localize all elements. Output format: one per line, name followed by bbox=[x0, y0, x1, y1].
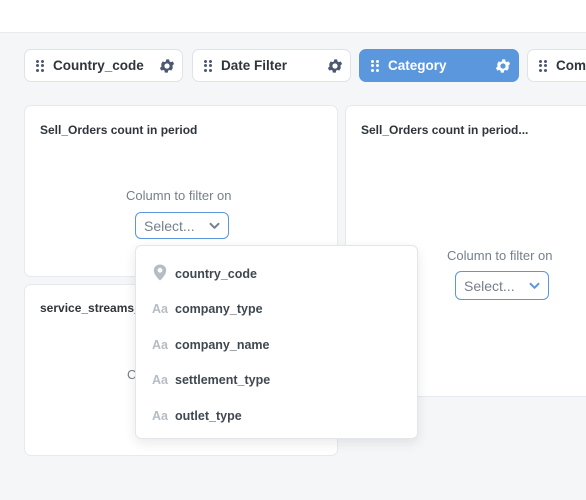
filter-chip-label: Country_code bbox=[53, 58, 144, 73]
card-title: Sell_Orders count in period bbox=[40, 123, 198, 137]
drag-handle-icon[interactable] bbox=[204, 59, 212, 72]
dropdown-option-country-code[interactable]: country_code bbox=[136, 259, 417, 289]
filter-chip-comp[interactable]: Comp bbox=[527, 49, 586, 82]
dropdown-option-settlement-type[interactable]: Aa settlement_type bbox=[136, 365, 417, 395]
filter-bar: Country_code Date Filter Category Comp bbox=[0, 49, 586, 83]
column-select[interactable]: Select... bbox=[135, 212, 229, 239]
drag-handle-icon[interactable] bbox=[371, 59, 379, 72]
top-bar bbox=[0, 0, 586, 33]
option-label: outlet_type bbox=[175, 409, 242, 423]
filter-chip-date-filter[interactable]: Date Filter bbox=[192, 49, 351, 82]
card-title: service_streams_ bbox=[40, 301, 141, 315]
column-to-filter-label: Column to filter on bbox=[126, 188, 232, 203]
option-label: country_code bbox=[175, 267, 257, 281]
option-label: company_type bbox=[175, 302, 263, 316]
column-to-filter-label: Column to filter on bbox=[447, 248, 553, 263]
drag-handle-icon[interactable] bbox=[539, 59, 547, 72]
select-placeholder: Select... bbox=[144, 217, 195, 234]
filter-chip-label: Date Filter bbox=[221, 58, 288, 73]
text-field-icon: Aa bbox=[152, 409, 168, 423]
location-pin-icon bbox=[151, 264, 169, 284]
text-field-icon: Aa bbox=[152, 338, 168, 352]
chevron-down-icon bbox=[209, 222, 220, 229]
column-select[interactable]: Select... bbox=[455, 271, 549, 300]
filter-chip-country-code[interactable]: Country_code bbox=[24, 49, 183, 82]
select-placeholder: Select... bbox=[464, 277, 515, 294]
card-title: Sell_Orders count in period... bbox=[361, 123, 529, 137]
text-field-icon: Aa bbox=[152, 302, 168, 316]
chevron-down-icon bbox=[529, 282, 540, 289]
drag-handle-icon[interactable] bbox=[36, 59, 44, 72]
gear-icon[interactable] bbox=[158, 57, 176, 75]
filter-chip-label: Comp bbox=[556, 58, 586, 73]
gear-icon[interactable] bbox=[494, 57, 512, 75]
column-dropdown-menu: country_code Aa company_type Aa company_… bbox=[135, 245, 418, 439]
dropdown-option-company-type[interactable]: Aa company_type bbox=[136, 294, 417, 324]
filter-chip-label: Category bbox=[388, 58, 447, 73]
filter-chip-category[interactable]: Category bbox=[359, 49, 519, 82]
dropdown-option-outlet-type[interactable]: Aa outlet_type bbox=[136, 401, 417, 431]
dropdown-option-company-name[interactable]: Aa company_name bbox=[136, 330, 417, 360]
gear-icon[interactable] bbox=[326, 57, 344, 75]
option-label: settlement_type bbox=[175, 373, 271, 387]
option-label: company_name bbox=[175, 338, 270, 352]
text-field-icon: Aa bbox=[152, 373, 168, 387]
